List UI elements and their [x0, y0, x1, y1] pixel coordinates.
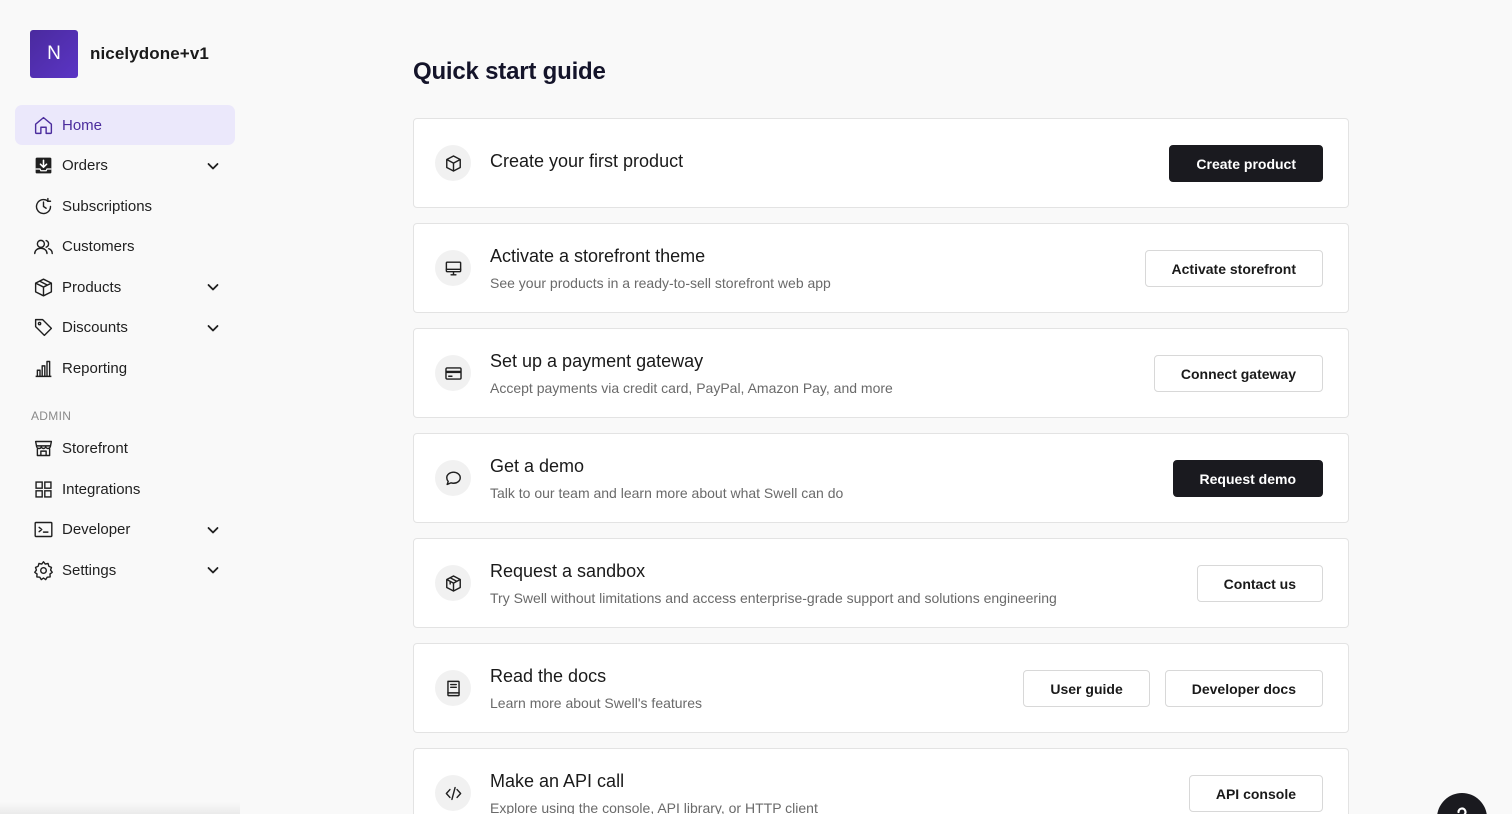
- sidebar-item-label: Reporting: [62, 359, 128, 377]
- card-text: Set up a payment gateway Accept payments…: [490, 351, 893, 396]
- card-title: Set up a payment gateway: [490, 351, 704, 371]
- create-product-button[interactable]: Create product: [1169, 145, 1323, 182]
- quick-start-card-create-product: Create your first product Create product: [413, 118, 1349, 208]
- monitor-icon: [435, 250, 471, 286]
- sidebar-item-settings[interactable]: Settings: [15, 550, 235, 590]
- sidebar-item-discounts[interactable]: Discounts: [15, 308, 235, 348]
- sidebar-item-label: Products: [62, 278, 122, 296]
- quick-start-card-demo: Get a demo Talk to our team and learn mo…: [413, 433, 1349, 523]
- card-title: Activate a storefront theme: [490, 246, 706, 266]
- card-actions: API console: [1188, 775, 1323, 812]
- sidebar-item-products[interactable]: Products: [15, 267, 235, 307]
- question-icon: [1457, 807, 1467, 814]
- quick-start-card-sandbox: Request a sandbox Try Swell without limi…: [413, 538, 1349, 628]
- card-text: Create your first product: [490, 151, 683, 172]
- bar-chart-icon: [32, 357, 54, 379]
- tag-icon: [32, 317, 54, 339]
- sidebar-item-label: Customers: [62, 238, 135, 255]
- card-description: Accept payments via credit card, PayPal,…: [490, 380, 893, 396]
- developer-docs-button[interactable]: Developer docs: [1164, 670, 1323, 707]
- card-text: Read the docs Learn more about Swell's f…: [490, 666, 702, 711]
- card-actions: Contact us: [1196, 565, 1323, 602]
- book-icon: [435, 670, 471, 706]
- quick-start-card-payment: Set up a payment gateway Accept payments…: [413, 328, 1349, 418]
- user-guide-button[interactable]: User guide: [1023, 670, 1150, 707]
- card-title: Read the docs: [490, 666, 607, 686]
- card-title: Make an API call: [490, 771, 625, 791]
- sidebar-item-home[interactable]: Home: [15, 105, 235, 145]
- home-icon: [32, 114, 54, 136]
- main-nav: Home Orders Subscriptions Customers Prod…: [15, 105, 235, 591]
- card-text: Request a sandbox Try Swell without limi…: [490, 561, 1057, 606]
- card-description: Talk to our team and learn more about wh…: [490, 485, 844, 501]
- sidebar-item-label: Storefront: [62, 440, 128, 457]
- chevron-down-icon[interactable]: [205, 562, 221, 578]
- connect-gateway-button[interactable]: Connect gateway: [1153, 355, 1323, 392]
- card-actions: Create product: [1169, 145, 1323, 182]
- chevron-down-icon[interactable]: [205, 320, 221, 336]
- sidebar-item-orders[interactable]: Orders: [15, 146, 235, 186]
- store-name: nicelydone+v1: [90, 44, 209, 63]
- customers-icon: [32, 236, 54, 258]
- gear-icon: [32, 559, 54, 581]
- page-title: Quick start guide: [413, 58, 606, 85]
- quick-start-card-storefront: Activate a storefront theme See your pro…: [413, 223, 1349, 313]
- terminal-icon: [32, 519, 54, 541]
- sidebar-item-storefront[interactable]: Storefront: [15, 429, 235, 469]
- sidebar-item-developer[interactable]: Developer: [15, 510, 235, 550]
- sidebar-item-reporting[interactable]: Reporting: [15, 348, 235, 388]
- activate-storefront-button[interactable]: Activate storefront: [1144, 250, 1323, 287]
- products-icon: [32, 276, 54, 298]
- quick-start-card-api: Make an API call Explore using the conso…: [413, 748, 1349, 814]
- sidebar-item-label: Integrations: [62, 480, 141, 498]
- sidebar-item-label: Developer: [62, 521, 131, 538]
- sidebar-item-label: Orders: [62, 157, 108, 174]
- card-title: Request a sandbox: [490, 561, 646, 581]
- request-demo-button[interactable]: Request demo: [1172, 460, 1323, 497]
- help-chat-button[interactable]: [1437, 793, 1487, 814]
- card-description: Explore using the console, API library, …: [490, 800, 818, 814]
- sidebar-item-label: Settings: [62, 561, 117, 579]
- card-title: Create your first product: [490, 151, 684, 171]
- sidebar-item-label: Discounts: [62, 319, 128, 336]
- card-actions: User guide Developer docs: [1023, 670, 1323, 707]
- quick-start-card-docs: Read the docs Learn more about Swell's f…: [413, 643, 1349, 733]
- sidebar-item-subscriptions[interactable]: Subscriptions: [15, 186, 235, 226]
- sidebar-item-label: Subscriptions: [62, 197, 153, 215]
- card-actions: Request demo: [1172, 460, 1323, 497]
- credit-card-icon: [435, 355, 471, 391]
- contact-us-button[interactable]: Contact us: [1196, 565, 1323, 602]
- sidebar-item-label: Home: [62, 116, 103, 134]
- card-text: Make an API call Explore using the conso…: [490, 771, 818, 814]
- box-icon: [435, 145, 471, 181]
- card-title: Get a demo: [490, 456, 585, 476]
- app-root: N nicelydone+v1 Home Orders Subscription…: [0, 0, 1512, 814]
- sidebar-scroll-shadow: [0, 802, 240, 814]
- code-icon: [435, 775, 471, 811]
- chat-bubble-icon: [435, 460, 471, 496]
- chevron-down-icon[interactable]: [205, 522, 221, 538]
- api-console-button[interactable]: API console: [1188, 775, 1323, 812]
- admin-section-title: ADMIN: [31, 408, 72, 423]
- store-avatar: N: [30, 30, 78, 78]
- sidebar-item-integrations[interactable]: Integrations: [15, 469, 235, 509]
- card-text: Activate a storefront theme See your pro…: [490, 246, 831, 291]
- chevron-down-icon[interactable]: [205, 158, 221, 174]
- card-text: Get a demo Talk to our team and learn mo…: [490, 456, 843, 501]
- card-description: See your products in a ready-to-sell sto…: [490, 275, 831, 291]
- sidebar: N nicelydone+v1 Home Orders Subscription…: [0, 0, 250, 814]
- card-actions: Connect gateway: [1153, 355, 1323, 392]
- card-actions: Activate storefront: [1144, 250, 1323, 287]
- quick-start-list: Create your first product Create product…: [413, 118, 1349, 814]
- card-description: Try Swell without limitations and access…: [490, 590, 1057, 606]
- chevron-down-icon[interactable]: [205, 279, 221, 295]
- sidebar-item-customers[interactable]: Customers: [15, 227, 235, 267]
- store-switcher[interactable]: N nicelydone+v1: [30, 30, 209, 78]
- card-description: Learn more about Swell's features: [490, 695, 703, 711]
- subscriptions-icon: [32, 195, 54, 217]
- orders-icon: [32, 155, 54, 177]
- storefront-icon: [32, 438, 54, 460]
- grid-icon: [32, 478, 54, 500]
- sandbox-box-icon: [435, 565, 471, 601]
